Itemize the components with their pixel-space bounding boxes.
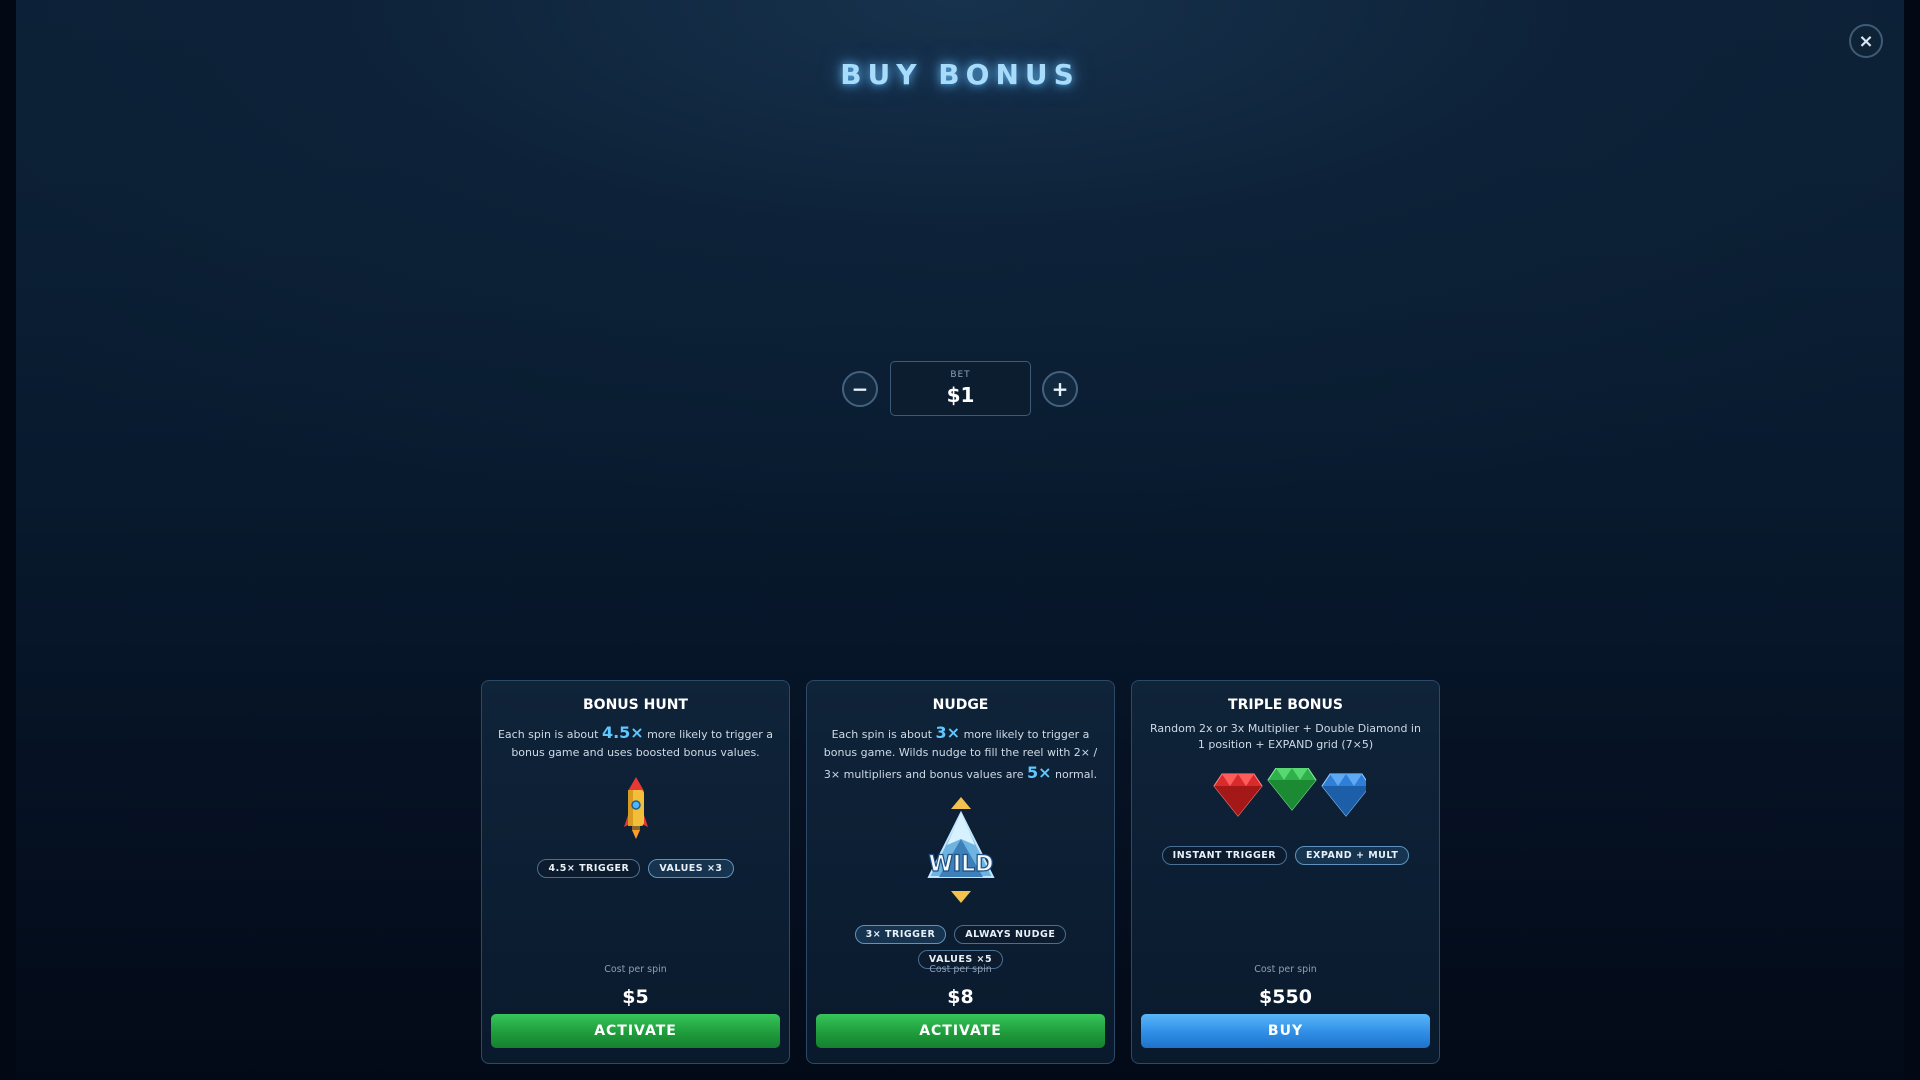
- highlight-multiplier: 4.5×: [601, 723, 644, 742]
- tag: INSTANT TRIGGER: [1161, 845, 1288, 865]
- price: $5: [622, 986, 649, 1008]
- card-title: TRIPLE BONUS: [1228, 697, 1343, 713]
- buy-button[interactable]: BUY: [1141, 1014, 1430, 1048]
- price: $8: [947, 986, 974, 1008]
- page-title: BUY BONUS: [840, 58, 1080, 91]
- bonus-card-triple-bonus: TRIPLE BONUS Random 2x or 3x Multiplier …: [1131, 680, 1440, 1064]
- left-border: [0, 0, 16, 1080]
- cost-label: Cost per spin: [929, 964, 992, 975]
- card-description: Each spin is about 3× more likely to tri…: [823, 723, 1098, 782]
- activate-button[interactable]: ACTIVATE: [491, 1014, 780, 1048]
- highlight-multiplier: 5×: [1026, 762, 1052, 782]
- bonus-card-nudge: NUDGE Each spin is about 3× more likely …: [806, 680, 1115, 1064]
- right-border: [1904, 0, 1920, 1080]
- diamonds-icon: [1132, 767, 1439, 818]
- card-title: BONUS HUNT: [583, 697, 688, 713]
- close-icon: ×: [1858, 30, 1874, 52]
- bet-value: $1: [946, 383, 975, 407]
- cost-label: Cost per spin: [1254, 964, 1317, 975]
- highlight-multiplier: 3×: [935, 723, 961, 742]
- rocket-icon: [482, 776, 789, 839]
- decrease-bet-button[interactable]: −: [842, 371, 878, 407]
- price: $550: [1259, 986, 1312, 1008]
- bet-display: BET $1: [890, 361, 1031, 416]
- increase-bet-button[interactable]: +: [1042, 371, 1078, 407]
- card-title: NUDGE: [932, 697, 989, 713]
- card-description: Each spin is about 4.5× more likely to t…: [497, 723, 774, 759]
- tag: 3× TRIGGER: [854, 924, 947, 944]
- feature-tags: 3× TRIGGER ALWAYS NUDGE VALUES ×5: [807, 924, 1114, 969]
- feature-tags: INSTANT TRIGGER EXPAND + MULT: [1132, 845, 1439, 865]
- feature-tags: 4.5× TRIGGER VALUES ×3: [482, 858, 789, 878]
- tag: VALUES ×3: [648, 858, 734, 878]
- minus-icon: −: [851, 377, 869, 401]
- wild-symbol-text: WILD: [928, 852, 993, 877]
- tag: EXPAND + MULT: [1295, 845, 1410, 865]
- cost-label: Cost per spin: [604, 964, 667, 975]
- close-button[interactable]: ×: [1849, 24, 1883, 58]
- tag: ALWAYS NUDGE: [954, 924, 1067, 944]
- plus-icon: +: [1051, 377, 1069, 401]
- card-description: Random 2x or 3x Multiplier + Double Diam…: [1150, 722, 1421, 752]
- wild-symbol-icon: WILD: [807, 795, 1114, 905]
- bet-label: BET: [950, 370, 971, 380]
- activate-button[interactable]: ACTIVATE: [816, 1014, 1105, 1048]
- bonus-card-bonus-hunt: BONUS HUNT Each spin is about 4.5× more …: [481, 680, 790, 1064]
- tag: 4.5× TRIGGER: [537, 858, 641, 878]
